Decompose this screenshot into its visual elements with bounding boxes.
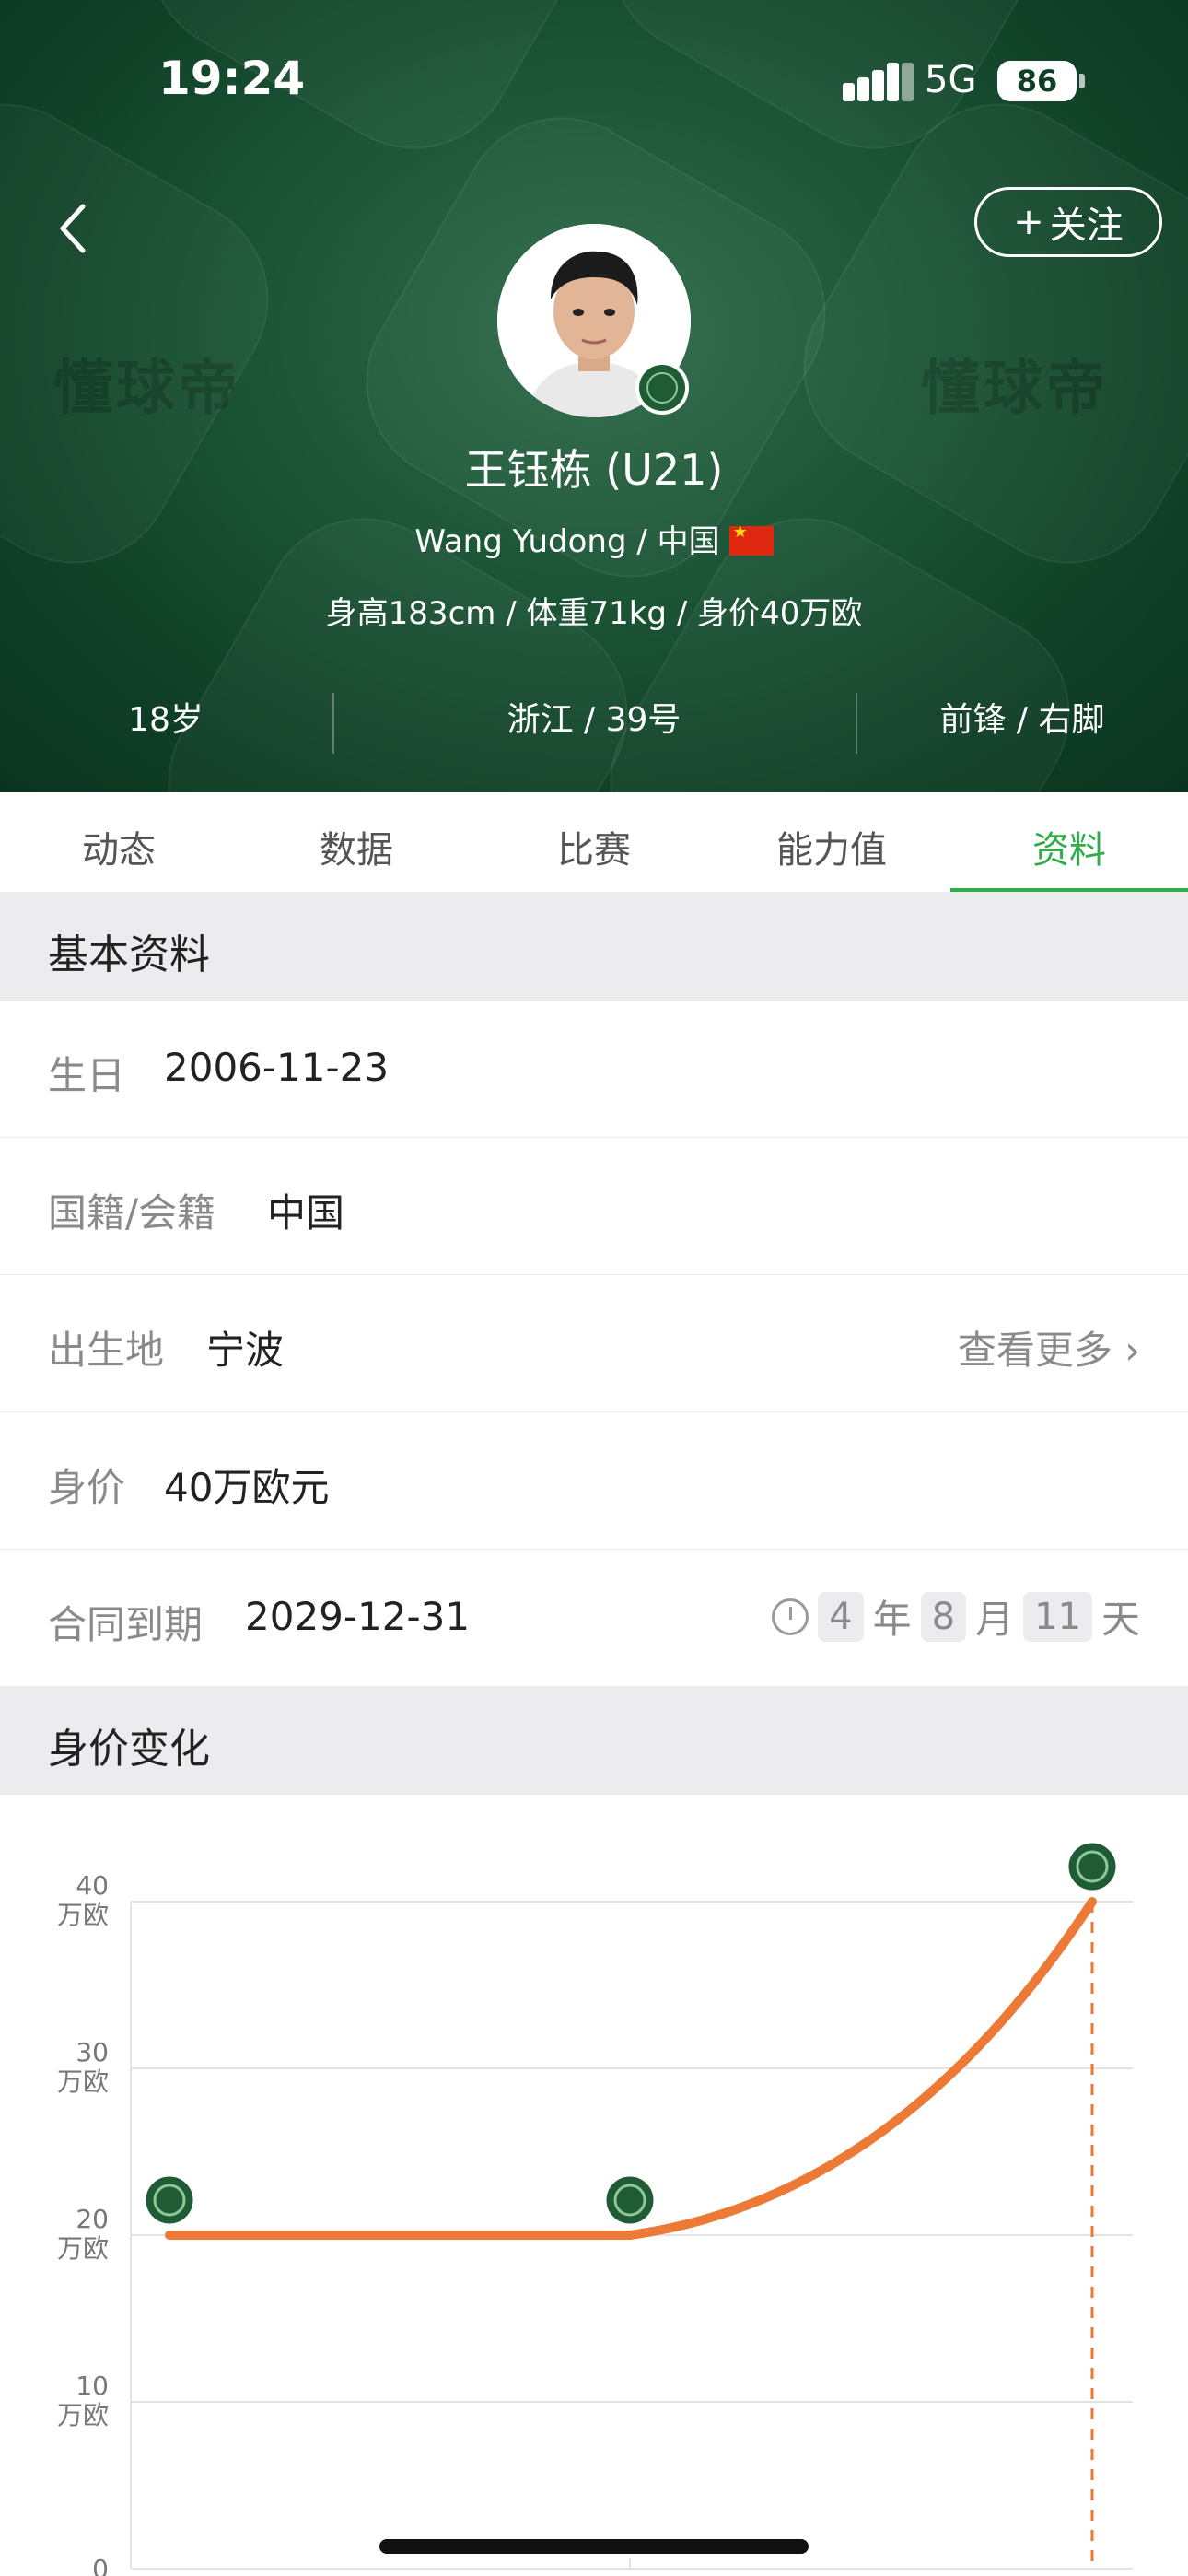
view-more-label: 查看更多 <box>957 1328 1112 1373</box>
player-physical: 身高183cm / 体重71kg / 身价40万欧 <box>325 595 863 632</box>
battery-nub <box>1079 74 1085 88</box>
data-point-badge <box>143 2173 196 2227</box>
countdown-days: 11 <box>1023 1591 1092 1642</box>
stat-age: 18岁 <box>128 701 204 739</box>
row-value: 2029-12-31 <box>245 1594 471 1639</box>
info-row-birthday: 生日 2006-11-23 <box>0 1001 1188 1139</box>
y-tick-label: 10 <box>76 2371 109 2401</box>
data-point-badge <box>1066 1840 1119 1893</box>
countdown-year-unit: 年 <box>872 1597 912 1642</box>
chevron-left-icon[interactable] <box>55 201 92 256</box>
y-tick-unit: 万欧 <box>57 2400 109 2430</box>
stat-position-foot: 前锋 / 右脚 <box>939 701 1105 739</box>
row-value: 中国 <box>267 1190 345 1235</box>
club-badge-icon <box>635 361 689 415</box>
view-more-link[interactable]: 查看更多 › <box>958 1319 1140 1376</box>
row-label: 国籍/会籍 <box>48 1190 216 1235</box>
row-value: 40万欧元 <box>164 1465 330 1510</box>
clock-icon <box>772 1598 809 1635</box>
countdown-day-unit: 天 <box>1101 1597 1140 1642</box>
player-subtitle: Wang Yudong / 中国 <box>0 516 1188 561</box>
chevron-right-icon: › <box>1112 1328 1140 1373</box>
watermark-right: 懂球帝 <box>921 355 1109 423</box>
china-flag-icon <box>728 522 774 556</box>
value-history-chart: 40万欧30万欧20万欧10万欧0 <box>57 1840 1133 2576</box>
info-row-birthplace[interactable]: 出生地 宁波 查看更多 › <box>0 1275 1188 1413</box>
info-row-nationality: 国籍/会籍 中国 <box>0 1138 1188 1276</box>
plus-icon: + <box>1013 201 1044 243</box>
name-nation-text: Wang Yudong / 中国 <box>414 523 720 560</box>
tab-data[interactable]: 数据 <box>238 820 475 873</box>
row-label: 合同到期 <box>48 1602 204 1647</box>
follow-button[interactable]: + 关注 <box>974 187 1162 257</box>
signal-icon <box>843 61 914 101</box>
data-point-badge <box>603 2173 657 2227</box>
y-tick-unit: 万欧 <box>57 2067 109 2097</box>
y-tick-label: 20 <box>76 2204 109 2234</box>
tab-bar: 动态 数据 比赛 能力值 资料 <box>0 792 1188 892</box>
y-tick-label: 0 <box>92 2554 109 2576</box>
tab-dynamics[interactable]: 动态 <box>0 820 238 873</box>
battery-icon: 86 <box>997 61 1077 101</box>
player-name: 王钰栋 (U21) <box>464 445 724 495</box>
row-value: 宁波 <box>206 1328 285 1373</box>
network-label: 5G <box>925 59 977 101</box>
row-value: 2006-11-23 <box>164 1045 390 1090</box>
divider <box>332 693 334 754</box>
contract-countdown: 4 年 8 月 11 天 <box>772 1588 1140 1645</box>
countdown-months: 8 <box>920 1591 967 1642</box>
row-label: 生日 <box>48 1053 126 1098</box>
section-value-history: 身价变化 <box>0 1686 1188 1795</box>
info-row-value: 身价 40万欧元 <box>0 1412 1188 1551</box>
y-tick-unit: 万欧 <box>57 2233 109 2264</box>
section-basic-info: 基本资料 <box>0 892 1188 1001</box>
y-tick-unit: 万欧 <box>57 1900 109 1930</box>
watermark-left: 懂球帝 <box>53 355 241 423</box>
tab-matches[interactable]: 比赛 <box>475 820 713 873</box>
stat-team-number: 浙江 / 39号 <box>507 701 681 739</box>
tab-ability[interactable]: 能力值 <box>713 820 950 873</box>
home-indicator[interactable] <box>379 2539 809 2554</box>
status-time: 19:24 <box>158 52 306 105</box>
section-title: 身价变化 <box>48 1726 210 1773</box>
divider <box>856 693 857 754</box>
tab-profile[interactable]: 资料 <box>950 820 1188 873</box>
countdown-years: 4 <box>818 1591 864 1642</box>
section-title: 基本资料 <box>48 931 210 978</box>
row-label: 出生地 <box>48 1328 165 1373</box>
y-tick-label: 30 <box>76 2037 109 2067</box>
y-tick-label: 40 <box>76 1870 109 1901</box>
player-header: 懂球帝 懂球帝 19:24 5G 86 + 关注 王钰栋 (U21) Wang … <box>0 0 1188 792</box>
row-label: 身价 <box>48 1465 126 1510</box>
info-row-contract: 合同到期 2029-12-31 4 年 8 月 11 天 <box>0 1550 1188 1686</box>
countdown-month-unit: 月 <box>975 1597 1015 1642</box>
follow-label: 关注 <box>1049 205 1124 247</box>
